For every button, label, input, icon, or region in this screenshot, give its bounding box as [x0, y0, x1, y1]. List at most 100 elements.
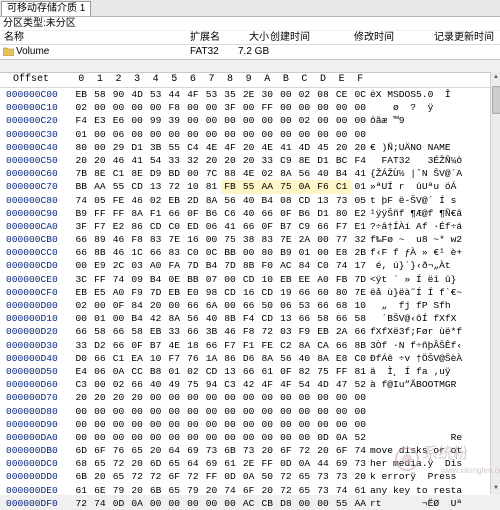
hex-byte[interactable]: EB: [314, 325, 333, 338]
hex-byte[interactable]: D6: [239, 352, 258, 365]
hex-byte[interactable]: 7D: [146, 286, 165, 299]
hex-byte[interactable]: 72: [277, 470, 296, 483]
hex-byte[interactable]: 00: [91, 418, 110, 431]
hex-byte[interactable]: 4F: [258, 378, 277, 391]
hex-byte[interactable]: 65: [295, 470, 314, 483]
hex-byte[interactable]: 02: [109, 378, 128, 391]
col-created[interactable]: 创建时间: [270, 31, 310, 44]
hex-byte[interactable]: 20: [91, 391, 110, 404]
hex-byte[interactable]: 20: [109, 391, 128, 404]
hex-byte[interactable]: 00: [128, 418, 147, 431]
hex-byte[interactable]: 66: [314, 220, 333, 233]
hex-byte[interactable]: 00: [72, 259, 91, 272]
hex-row[interactable]: 000000C60 7B 8E C1 8E D9 BD 00 7C 88 4E 02 8A 56 40 B4 4…: [0, 167, 490, 180]
hex-byte[interactable]: 00: [239, 418, 258, 431]
hex-byte[interactable]: 40: [239, 207, 258, 220]
hex-byte[interactable]: 0C: [202, 246, 221, 259]
hex-row[interactable]: 000000CD0 00 E9 2C 03 A0 FA 7D B4 7D 8B F0 AC 84 C0 74 1…: [0, 259, 490, 272]
hex-byte[interactable]: 20: [91, 154, 110, 167]
hex-byte[interactable]: 55: [165, 141, 184, 154]
hex-byte[interactable]: B4: [128, 312, 147, 325]
hex-byte[interactable]: 00: [351, 418, 370, 431]
hex-byte[interactable]: 00: [146, 101, 165, 114]
hex-byte[interactable]: 00: [202, 431, 221, 444]
hex-byte[interactable]: E5: [91, 286, 110, 299]
hex-byte[interactable]: B9: [72, 207, 91, 220]
hex-byte[interactable]: EE: [295, 273, 314, 286]
hex-byte[interactable]: 00: [314, 391, 333, 404]
hex-byte[interactable]: 00: [258, 391, 277, 404]
hex-byte[interactable]: 8B: [221, 312, 240, 325]
col-size[interactable]: 大小: [249, 31, 269, 44]
hex-byte[interactable]: 46: [109, 233, 128, 246]
hex-byte[interactable]: 77: [332, 233, 351, 246]
hex-byte[interactable]: BB: [221, 246, 240, 259]
hex-byte[interactable]: 83: [146, 233, 165, 246]
hex-byte[interactable]: 20: [239, 154, 258, 167]
hex-byte[interactable]: 10: [184, 180, 203, 193]
hex-byte[interactable]: 41: [221, 220, 240, 233]
hex-byte[interactable]: 20: [332, 141, 351, 154]
hex-byte[interactable]: 66: [184, 299, 203, 312]
hex-byte[interactable]: 00: [202, 101, 221, 114]
hex-byte[interactable]: 4E: [239, 167, 258, 180]
hex-byte[interactable]: 44: [314, 457, 333, 470]
hex-byte[interactable]: 73: [314, 484, 333, 497]
hex-byte[interactable]: 00: [221, 299, 240, 312]
hex-byte[interactable]: 29: [109, 141, 128, 154]
hex-byte[interactable]: E3: [91, 114, 110, 127]
col-modified[interactable]: 修改时间: [354, 31, 394, 44]
hex-byte[interactable]: 65: [165, 484, 184, 497]
hex-byte[interactable]: 66: [72, 233, 91, 246]
hex-byte[interactable]: 30: [258, 88, 277, 101]
hex-byte[interactable]: 74: [332, 484, 351, 497]
hex-byte[interactable]: 76: [109, 444, 128, 457]
hex-byte[interactable]: 00: [351, 405, 370, 418]
hex-byte[interactable]: 35: [221, 88, 240, 101]
hex-byte[interactable]: 54: [146, 154, 165, 167]
hex-byte[interactable]: FF: [258, 457, 277, 470]
hex-byte[interactable]: 52: [351, 431, 370, 444]
hex-byte[interactable]: 84: [128, 299, 147, 312]
hex-byte[interactable]: 02: [295, 114, 314, 127]
hex-byte[interactable]: 0F: [184, 207, 203, 220]
hex-byte[interactable]: 60: [314, 286, 333, 299]
hex-byte[interactable]: C0: [165, 220, 184, 233]
hex-row[interactable]: 000000C40 80 00 29 D1 3B 55 C4 4E 4F 20 4E 41 4D 45 20 2…: [0, 141, 490, 154]
col-record-updated[interactable]: 记录更新时间: [434, 31, 494, 44]
hex-byte[interactable]: 02: [72, 101, 91, 114]
hex-row[interactable]: 000000C30 01 00 06 00 00 00 00 00 00 00 00 00 00 00 00 0…: [0, 128, 490, 141]
hex-byte[interactable]: 2E: [239, 457, 258, 470]
hex-byte[interactable]: AA: [351, 497, 370, 510]
hex-byte[interactable]: 07: [202, 273, 221, 286]
hex-byte[interactable]: 08: [277, 194, 296, 207]
col-name[interactable]: 名称: [4, 31, 24, 44]
hex-byte[interactable]: 33: [165, 325, 184, 338]
hex-byte[interactable]: 2E: [239, 88, 258, 101]
hex-byte[interactable]: 58: [351, 312, 370, 325]
hex-byte[interactable]: 0F: [128, 339, 147, 352]
hex-byte[interactable]: 00: [258, 431, 277, 444]
hex-row[interactable]: 000000C50 20 20 46 41 54 33 32 20 20 20 33 C9 8E D1 BC F…: [0, 154, 490, 167]
hex-byte[interactable]: CD: [295, 194, 314, 207]
hex-byte[interactable]: 20: [146, 299, 165, 312]
hex-byte[interactable]: 00: [221, 391, 240, 404]
hex-byte[interactable]: 09: [128, 273, 147, 286]
hex-row[interactable]: 000000D70 20 20 20 20 00 00 00 00 00 00 00 00 00 00 00 0…: [0, 391, 490, 404]
hex-byte[interactable]: B6: [202, 207, 221, 220]
hex-byte[interactable]: D9: [146, 167, 165, 180]
hex-byte[interactable]: 20: [72, 154, 91, 167]
hex-byte[interactable]: 00: [314, 497, 333, 510]
hex-byte[interactable]: D0: [72, 352, 91, 365]
hex-byte[interactable]: 00: [165, 405, 184, 418]
hex-byte[interactable]: 73: [332, 194, 351, 207]
hex-byte[interactable]: 03: [128, 259, 147, 272]
hex-byte[interactable]: AA: [91, 180, 110, 193]
hex-byte[interactable]: 66: [146, 246, 165, 259]
hex-byte[interactable]: E8: [332, 246, 351, 259]
hex-byte[interactable]: 4D: [295, 141, 314, 154]
hex-byte[interactable]: 00: [277, 128, 296, 141]
hex-byte[interactable]: 3F: [72, 220, 91, 233]
hex-byte[interactable]: 00: [91, 128, 110, 141]
hex-byte[interactable]: 58: [91, 325, 110, 338]
